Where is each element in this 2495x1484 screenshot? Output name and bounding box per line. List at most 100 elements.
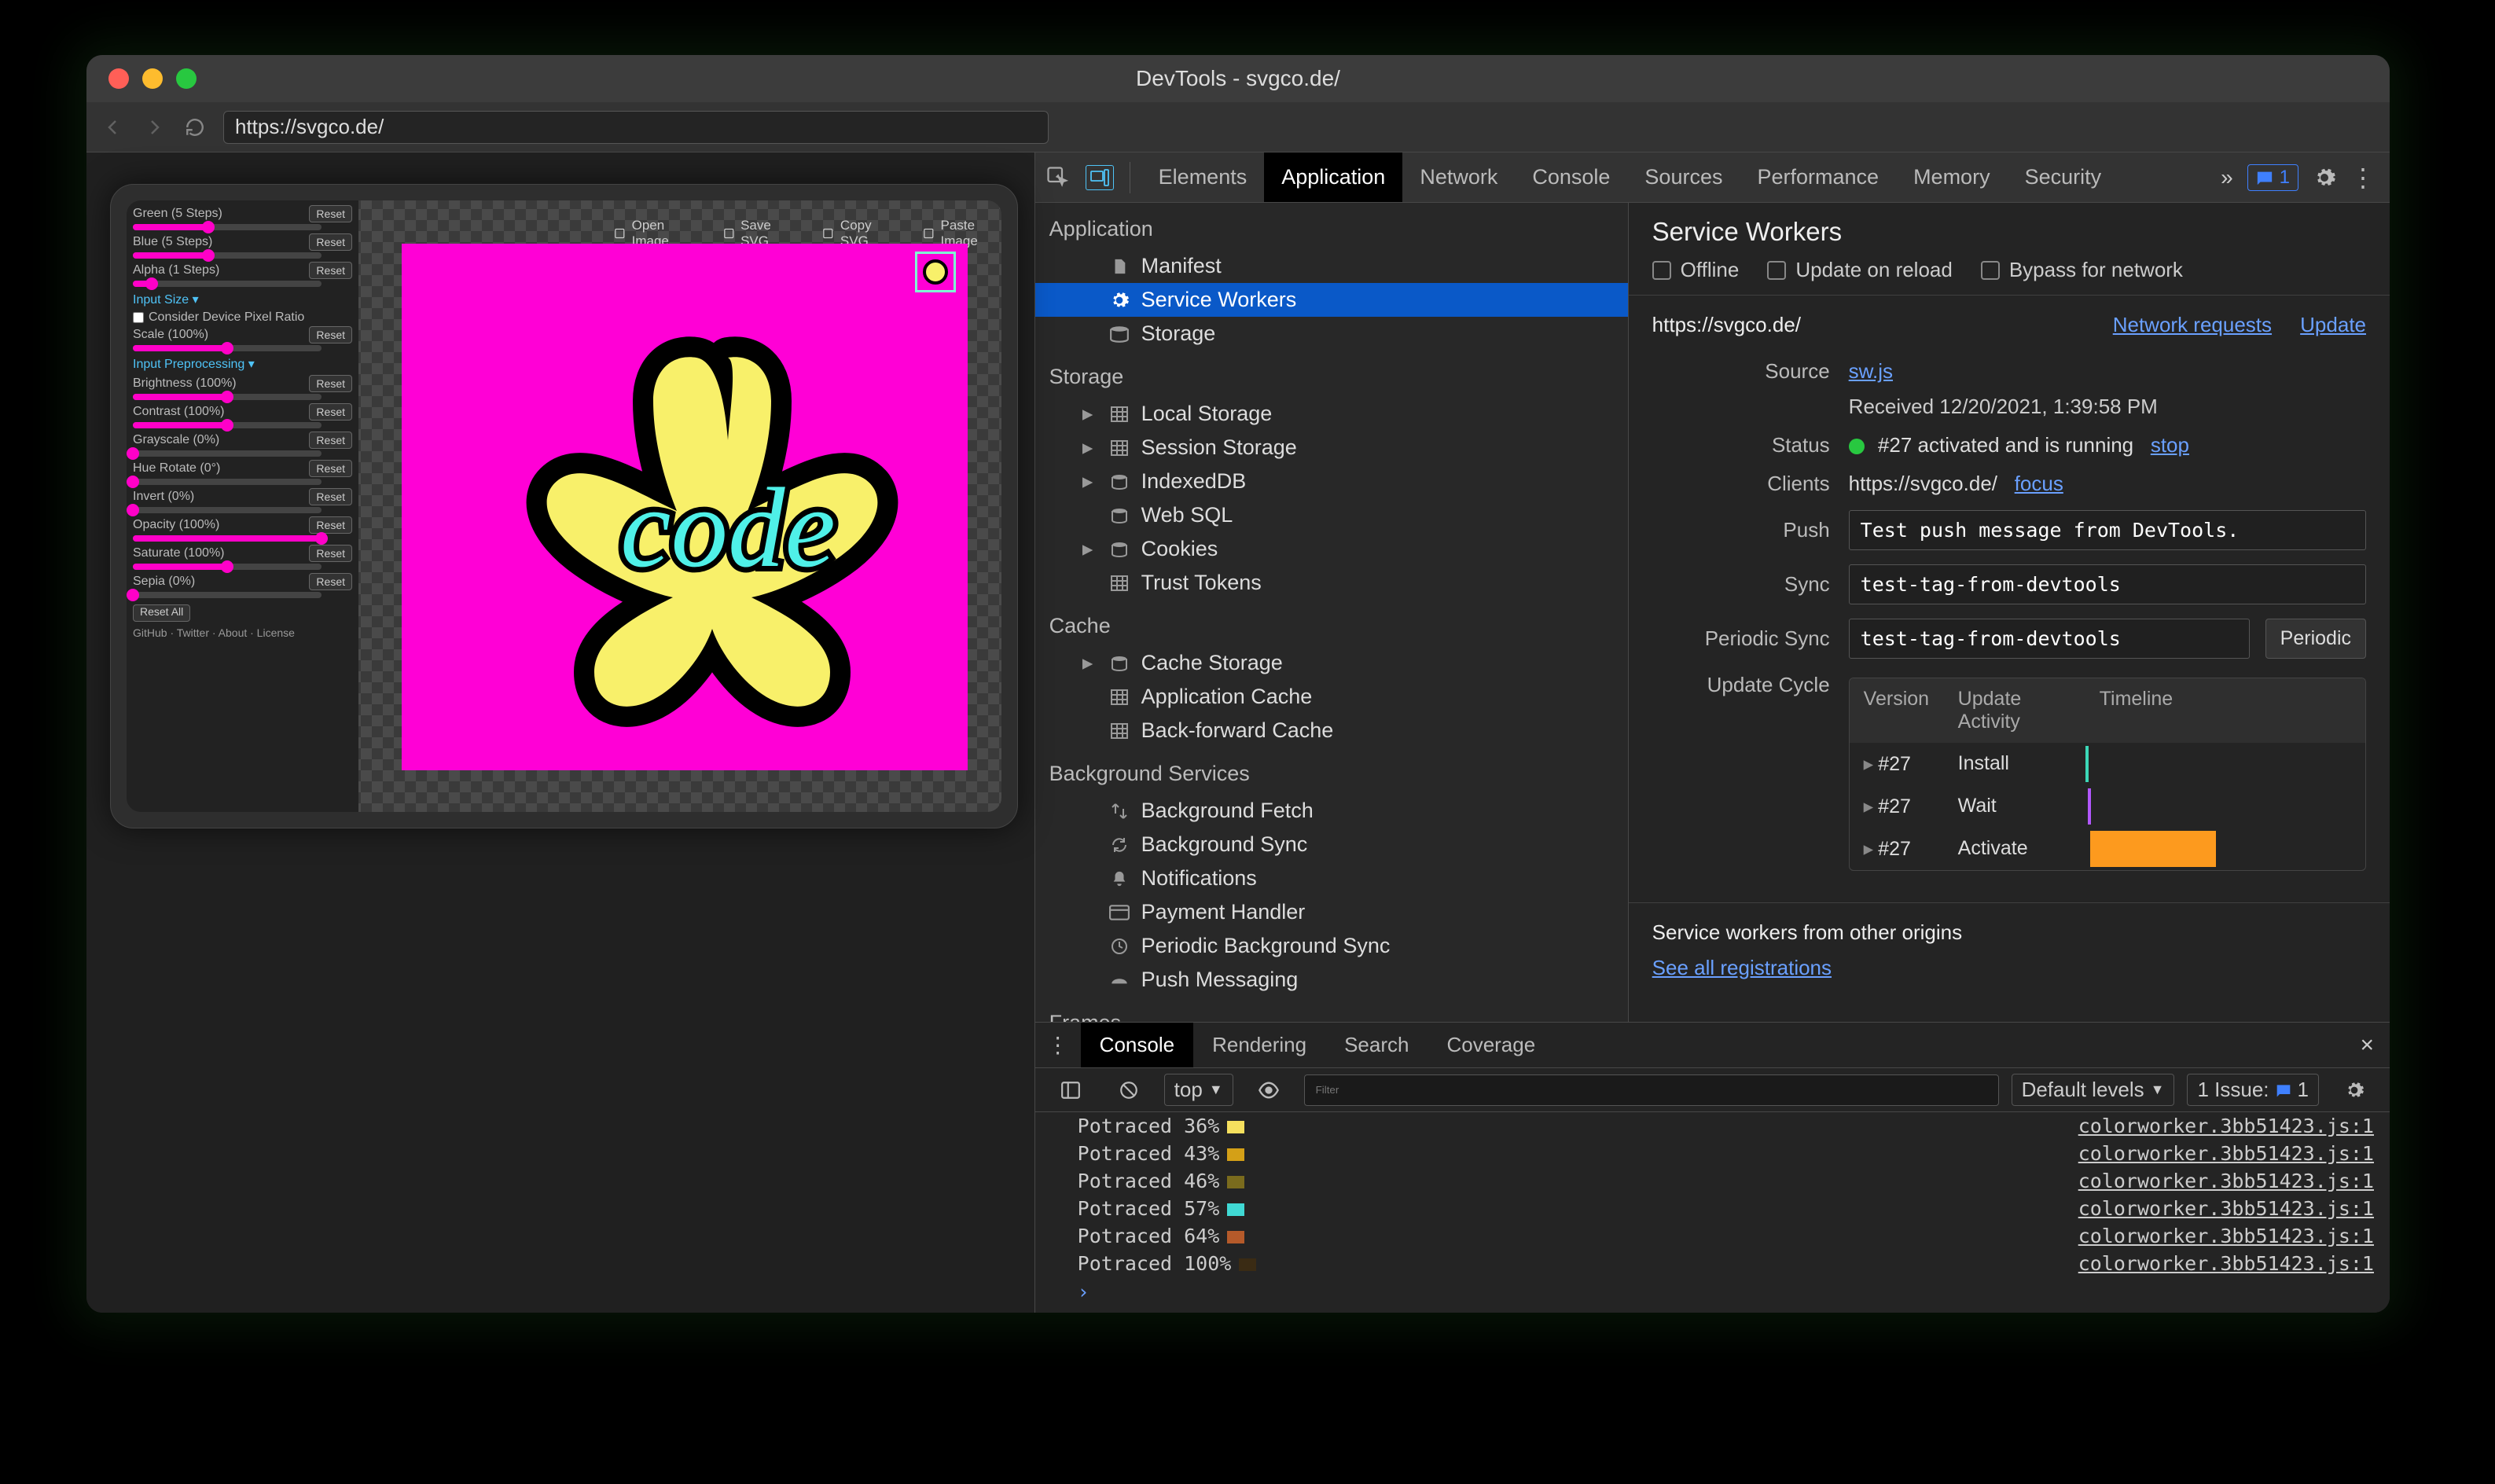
section-input-size[interactable]: Input Size ▾ (133, 292, 352, 307)
preproc-slider[interactable] (133, 564, 322, 570)
preproc-slider[interactable] (133, 535, 322, 542)
tab-console[interactable]: Console (1515, 152, 1627, 202)
sync-input[interactable] (1849, 564, 2366, 604)
source-link[interactable]: colorworker.3bb51423.js:1 (2078, 1197, 2374, 1220)
color-slider[interactable] (133, 252, 322, 259)
tree-item-trust-tokens[interactable]: Trust Tokens (1035, 566, 1628, 600)
preproc-slider[interactable] (133, 450, 322, 457)
tree-item-push-messaging[interactable]: Push Messaging (1035, 963, 1628, 997)
drawer-tab-coverage[interactable]: Coverage (1428, 1023, 1554, 1067)
tree-item-indexeddb[interactable]: ▸IndexedDB (1035, 465, 1628, 498)
preproc-slider[interactable] (133, 479, 322, 485)
tree-item-storage[interactable]: Storage (1035, 317, 1628, 351)
tree-item-manifest[interactable]: Manifest (1035, 249, 1628, 283)
tab-sources[interactable]: Sources (1627, 152, 1740, 202)
expand-icon[interactable]: ▸ (1078, 469, 1097, 494)
tree-item-local-storage[interactable]: ▸Local Storage (1035, 397, 1628, 431)
expand-icon[interactable]: ▸ (1078, 537, 1097, 561)
tab-memory[interactable]: Memory (1896, 152, 2008, 202)
tree-item-background-fetch[interactable]: Background Fetch (1035, 794, 1628, 828)
reload-icon[interactable] (182, 115, 208, 140)
update-on-reload-checkbox[interactable] (1767, 261, 1786, 280)
tree-item-cookies[interactable]: ▸Cookies (1035, 532, 1628, 566)
section-preproc[interactable]: Input Preprocessing ▾ (133, 356, 352, 372)
reset-all-button[interactable]: Reset All (133, 604, 190, 622)
address-bar[interactable]: https://svgco.de/ (223, 111, 1049, 144)
network-requests-link[interactable]: Network requests (2113, 313, 2272, 336)
issues-badge[interactable]: 1 (2247, 164, 2298, 191)
tree-item-application-cache[interactable]: Application Cache (1035, 680, 1628, 714)
color-slider[interactable] (133, 224, 322, 230)
more-tabs-icon[interactable]: » (2221, 165, 2233, 190)
drawer-tab-console[interactable]: Console (1081, 1023, 1193, 1067)
settings-icon[interactable] (2313, 166, 2336, 189)
source-link[interactable]: colorworker.3bb51423.js:1 (2078, 1252, 2374, 1275)
tree-item-notifications[interactable]: Notifications (1035, 861, 1628, 895)
reset-button[interactable]: Reset (309, 545, 352, 562)
scale-slider[interactable] (133, 345, 322, 351)
stop-link[interactable]: stop (2151, 433, 2189, 457)
drawer-tab-search[interactable]: Search (1325, 1023, 1428, 1067)
console-filter-input[interactable] (1304, 1074, 1999, 1106)
offline-checkbox[interactable] (1652, 261, 1671, 280)
reset-button[interactable]: Reset (309, 262, 352, 279)
footer-links[interactable]: GitHub · Twitter · About · License (133, 626, 352, 639)
expand-icon[interactable]: ▸ (1078, 402, 1097, 426)
tab-security[interactable]: Security (2008, 152, 2119, 202)
inspect-element-icon[interactable] (1040, 160, 1076, 196)
clear-console-icon[interactable] (1111, 1072, 1147, 1108)
color-slider[interactable] (133, 281, 322, 287)
tab-network[interactable]: Network (1402, 152, 1515, 202)
source-link[interactable]: colorworker.3bb51423.js:1 (2078, 1115, 2374, 1137)
bypass-checkbox[interactable] (1981, 261, 2000, 280)
drawer-tab-rendering[interactable]: Rendering (1193, 1023, 1325, 1067)
reset-button[interactable]: Reset (309, 516, 352, 534)
back-icon[interactable] (101, 115, 126, 140)
drawer-menu-icon[interactable]: ⋮ (1040, 1027, 1076, 1063)
reset-button[interactable]: Reset (309, 488, 352, 505)
preproc-slider[interactable] (133, 592, 322, 598)
reset-button[interactable]: Reset (309, 432, 352, 449)
preproc-slider[interactable] (133, 394, 322, 400)
source-link[interactable]: colorworker.3bb51423.js:1 (2078, 1225, 2374, 1247)
tab-elements[interactable]: Elements (1141, 152, 1265, 202)
tab-application[interactable]: Application (1264, 152, 1402, 202)
preproc-slider[interactable] (133, 507, 322, 513)
periodic-sync-button[interactable]: Periodic (2265, 619, 2366, 659)
push-input[interactable] (1849, 510, 2366, 550)
reset-button[interactable]: Reset (309, 233, 352, 251)
tree-item-cache-storage[interactable]: ▸Cache Storage (1035, 646, 1628, 680)
device-toolbar-icon[interactable] (1086, 165, 1114, 190)
periodic-sync-input[interactable] (1849, 619, 2250, 659)
console-settings-icon[interactable] (2336, 1072, 2372, 1108)
reset-button[interactable]: Reset (309, 375, 352, 392)
toggle-sidebar-icon[interactable] (1053, 1072, 1089, 1108)
reset-button[interactable]: Reset (309, 205, 352, 222)
update-link[interactable]: Update (2300, 313, 2366, 336)
console-prompt[interactable]: › (1062, 1277, 2390, 1306)
issues-pill[interactable]: 1 Issue: 1 (2187, 1074, 2319, 1106)
drawer-close-icon[interactable]: × (2344, 1032, 2390, 1059)
reset-button[interactable]: Reset (309, 326, 352, 343)
focus-link[interactable]: focus (2015, 472, 2063, 495)
tab-performance[interactable]: Performance (1740, 152, 1896, 202)
forward-icon[interactable] (141, 115, 167, 140)
reset-button[interactable]: Reset (309, 573, 352, 590)
source-link[interactable]: colorworker.3bb51423.js:1 (2078, 1142, 2374, 1165)
tree-item-payment-handler[interactable]: Payment Handler (1035, 895, 1628, 929)
tree-item-background-sync[interactable]: Background Sync (1035, 828, 1628, 861)
tree-item-service-workers[interactable]: Service Workers (1035, 283, 1628, 317)
reset-button[interactable]: Reset (309, 403, 352, 421)
expand-icon[interactable]: ▸ (1078, 651, 1097, 675)
context-selector[interactable]: top▼ (1164, 1074, 1233, 1106)
consider-dpr-checkbox[interactable] (133, 312, 144, 323)
log-levels-selector[interactable]: Default levels▼ (2012, 1074, 2175, 1106)
tree-item-periodic-background-sync[interactable]: Periodic Background Sync (1035, 929, 1628, 963)
tree-item-web-sql[interactable]: Web SQL (1035, 498, 1628, 532)
preproc-slider[interactable] (133, 422, 322, 428)
tree-item-session-storage[interactable]: ▸Session Storage (1035, 431, 1628, 465)
live-expression-icon[interactable] (1251, 1072, 1287, 1108)
reset-button[interactable]: Reset (309, 460, 352, 477)
source-link[interactable]: colorworker.3bb51423.js:1 (2078, 1170, 2374, 1192)
expand-icon[interactable]: ▸ (1078, 435, 1097, 460)
